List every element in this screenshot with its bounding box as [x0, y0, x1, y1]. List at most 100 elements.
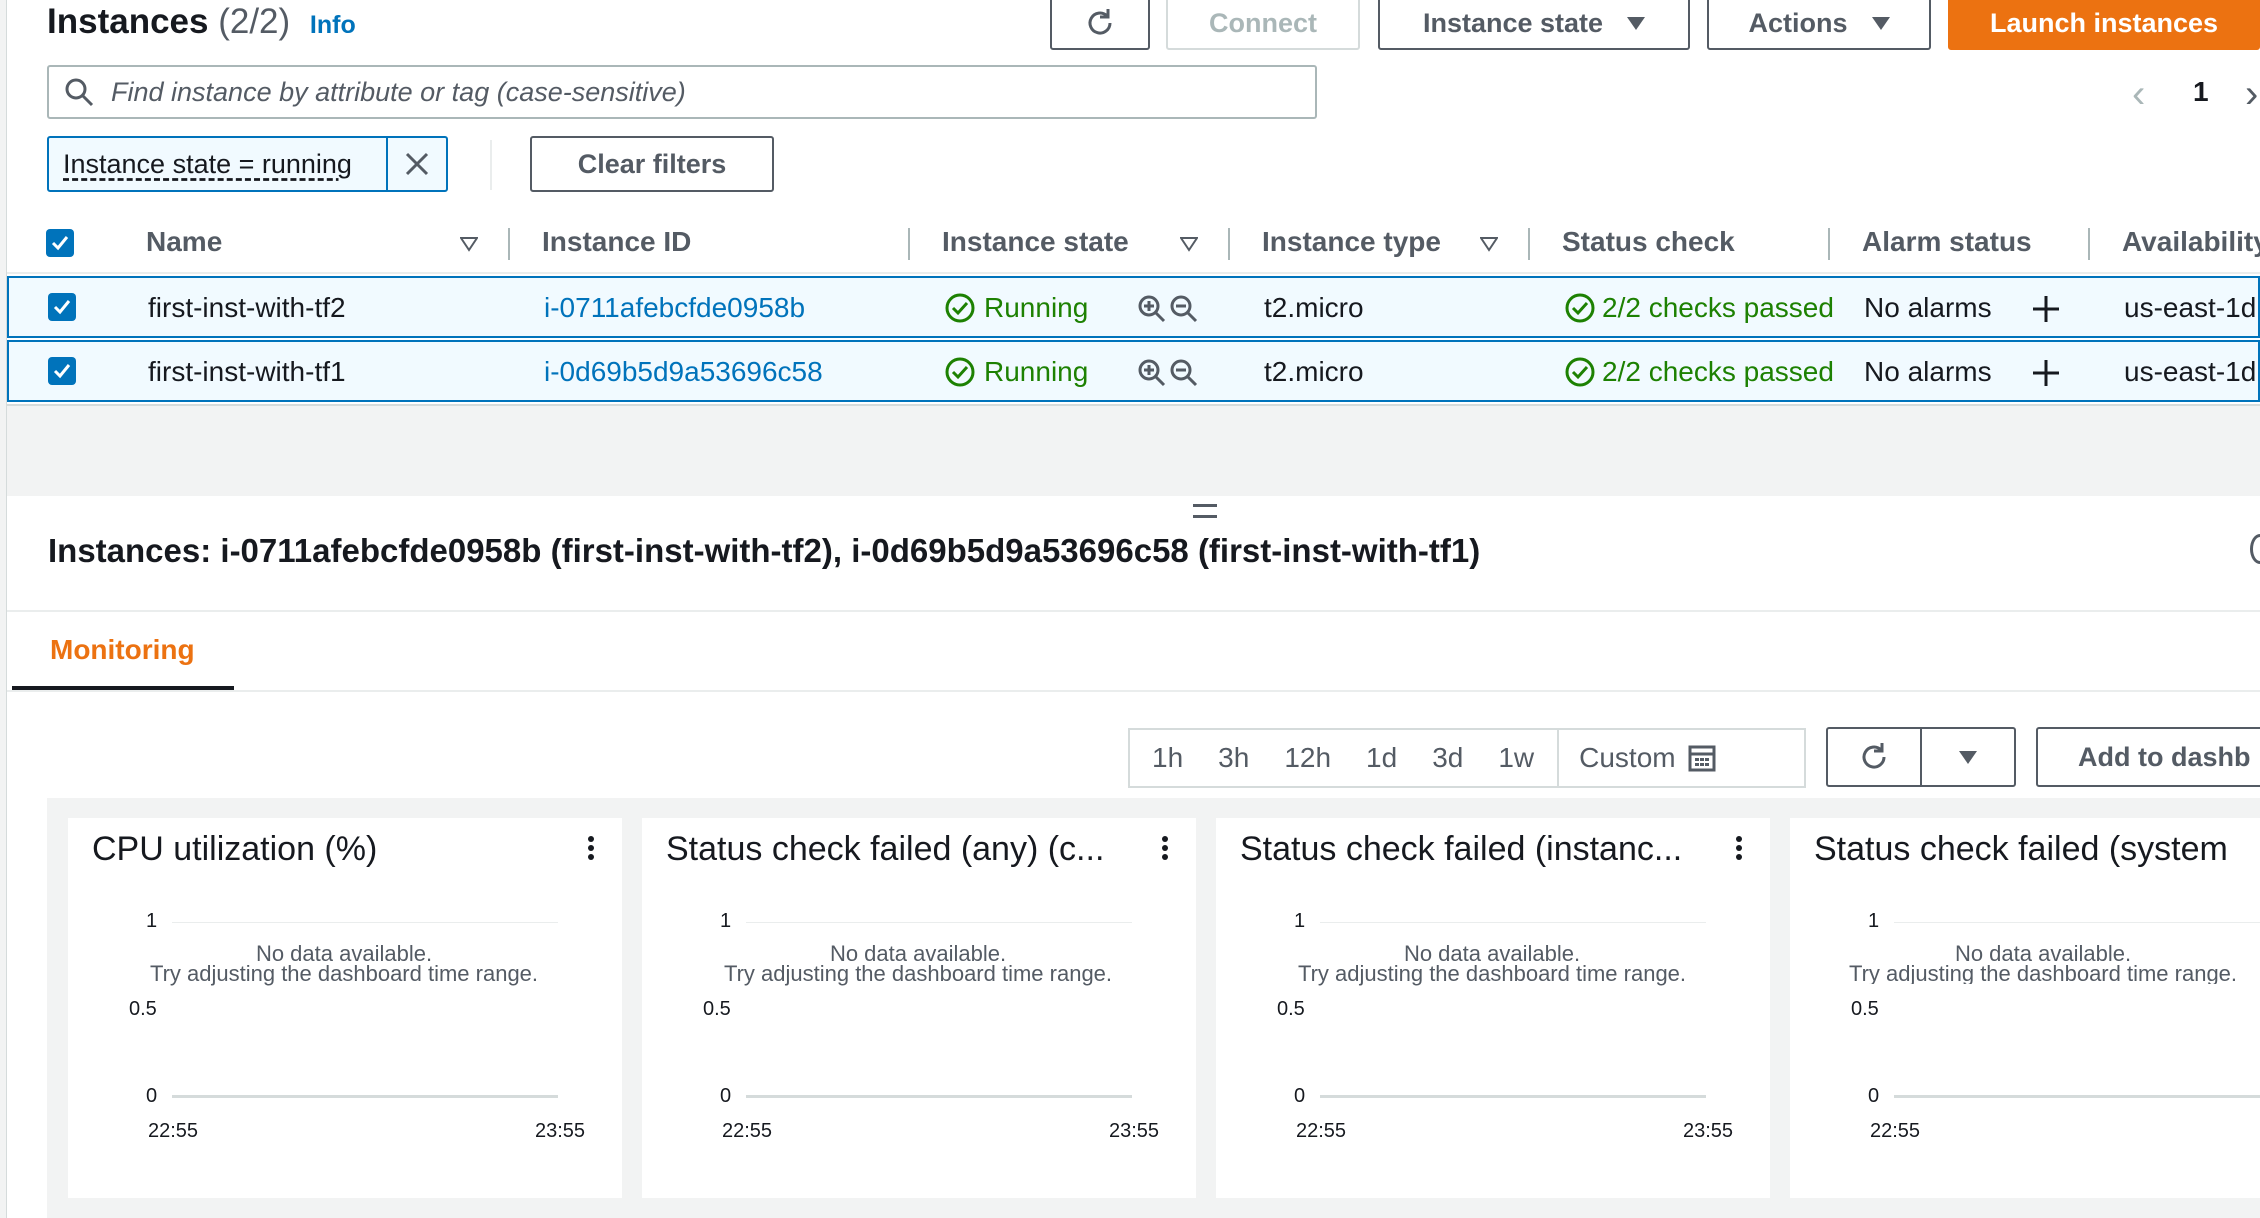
column-separator[interactable] — [508, 228, 510, 260]
y-tick: 0 — [1294, 1085, 1306, 1107]
refresh-button[interactable] — [1050, 0, 1150, 50]
column-separator[interactable] — [908, 228, 910, 260]
add-alarm-icon[interactable] — [2031, 294, 2061, 324]
column-separator[interactable] — [1228, 228, 1230, 260]
column-header-status-check[interactable]: Status check — [1562, 226, 1735, 258]
resize-handle-icon[interactable] — [1193, 504, 1217, 518]
instance-type: t2.micro — [1264, 292, 1364, 323]
availability-zone: us-east-1d — [2124, 292, 2257, 323]
remove-filter-button[interactable] — [386, 138, 446, 190]
more-options-icon[interactable] — [1736, 836, 1742, 860]
column-header-alarm-status[interactable]: Alarm status — [1862, 226, 2032, 258]
row-checkbox[interactable] — [48, 357, 76, 385]
range-1d[interactable]: 1d — [1344, 742, 1410, 774]
page-title: Instances (2/2) Info — [47, 2, 356, 42]
no-data-hint: Try adjusting the dashboard time range. — [723, 961, 1113, 986]
instance-id-link[interactable]: i-0d69b5d9a53696c58 — [544, 356, 823, 388]
gridline — [746, 922, 1132, 923]
caret-down-icon — [1959, 750, 1977, 764]
chevron-left-icon[interactable]: ‹ — [2132, 72, 2145, 117]
success-check-icon — [1565, 357, 1595, 387]
check-icon — [51, 236, 69, 251]
check-icon — [53, 300, 71, 315]
select-all-checkbox[interactable] — [46, 229, 74, 257]
settings-icon[interactable] — [2250, 534, 2260, 564]
instance-state-label: Instance state — [1422, 7, 1604, 38]
clear-filters-button[interactable]: Clear filters — [530, 136, 774, 192]
range-3h[interactable]: 3h — [1196, 742, 1262, 774]
details-title: Instances: i-0711afebcfde0958b (first-in… — [48, 532, 1481, 569]
divider — [7, 690, 2260, 692]
chevron-right-icon[interactable]: › — [2245, 72, 2258, 117]
filter-token[interactable]: Instance state = running — [47, 136, 448, 192]
search-input[interactable] — [111, 76, 1261, 108]
x-tick: 23:55 — [1109, 1120, 1160, 1142]
add-alarm-icon[interactable] — [2031, 358, 2061, 388]
column-header-instance-type[interactable]: Instance type — [1262, 226, 1441, 258]
sort-icon[interactable] — [1480, 236, 1498, 252]
page-number[interactable]: 1 — [2193, 76, 2209, 108]
success-check-icon — [1565, 293, 1595, 323]
divider — [7, 610, 2260, 612]
zoom-out-icon[interactable] — [1169, 294, 1199, 324]
actions-dropdown[interactable]: Actions — [1707, 0, 1931, 50]
gridline — [1894, 922, 2260, 923]
x-axis — [1894, 1095, 2260, 1098]
range-3d[interactable]: 3d — [1410, 742, 1476, 774]
column-header-instance-id[interactable]: Instance ID — [542, 226, 691, 258]
zoom-in-icon[interactable] — [1137, 294, 1167, 324]
add-to-dashboard-button[interactable]: Add to dashb — [2036, 727, 2260, 787]
tab-monitoring[interactable]: Monitoring — [50, 634, 195, 666]
metric-widget: Status check failed (system 1 No data av… — [1790, 818, 2260, 1198]
actions-label: Actions — [1748, 7, 1848, 38]
metric-widget: Status check failed (any) (c... 1 No dat… — [642, 818, 1196, 1198]
connect-button[interactable]: Connect — [1166, 0, 1360, 50]
column-separator[interactable] — [1828, 228, 1830, 260]
launch-instances-button[interactable]: Launch instances — [1948, 0, 2260, 50]
x-tick: 23:55 — [535, 1120, 586, 1142]
table-row[interactable]: first-inst-with-tf2 i-0711afebcfde0958b … — [7, 276, 2260, 338]
instance-state-dropdown[interactable]: Instance state — [1378, 0, 1690, 50]
search-icon — [65, 78, 94, 107]
instance-id-link[interactable]: i-0711afebcfde0958b — [544, 292, 805, 324]
refresh-metrics-button[interactable] — [1826, 727, 1922, 787]
instance-type: t2.micro — [1264, 356, 1364, 387]
y-tick: 0 — [1868, 1085, 1880, 1107]
widget-title: Status check failed (instanc... — [1240, 830, 1683, 868]
range-12h[interactable]: 12h — [1262, 742, 1344, 774]
close-icon — [405, 152, 429, 176]
instance-state-cell: Running — [944, 292, 1088, 324]
zoom-in-icon[interactable] — [1137, 358, 1167, 388]
refresh-options-dropdown[interactable] — [1920, 727, 2016, 787]
table-row[interactable]: first-inst-with-tf1 i-0d69b5d9a53696c58 … — [7, 340, 2260, 402]
more-options-icon[interactable] — [1162, 836, 1168, 860]
sort-icon[interactable] — [460, 236, 478, 252]
no-data-message: No data available. Try adjusting the dash… — [678, 943, 1158, 986]
zoom-out-icon[interactable] — [1169, 358, 1199, 388]
instance-count: (2/2) — [218, 2, 291, 41]
column-header-availability[interactable]: Availability — [2122, 226, 2260, 258]
column-separator[interactable] — [2088, 228, 2090, 260]
calendar-icon — [1688, 745, 1716, 772]
more-options-icon[interactable] — [588, 836, 594, 860]
x-tick: 23:55 — [1683, 1120, 1734, 1142]
instance-state-text: Running — [984, 356, 1089, 387]
widget-title: Status check failed (any) (c... — [666, 830, 1105, 868]
search-bar[interactable] — [47, 65, 1317, 119]
row-checkbox[interactable] — [48, 293, 76, 321]
range-custom[interactable]: Custom — [1557, 730, 1735, 786]
column-separator[interactable] — [1528, 228, 1530, 260]
y-tick: 0.5 — [703, 998, 731, 1020]
check-icon — [53, 364, 71, 379]
caret-down-icon — [1871, 16, 1890, 30]
y-tick: 1 — [1868, 910, 1880, 932]
y-tick: 1 — [146, 910, 158, 932]
column-header-instance-state[interactable]: Instance state — [942, 226, 1129, 258]
no-data-hint: Try adjusting the dashboard time range. — [1297, 961, 1687, 986]
info-link[interactable]: Info — [310, 11, 356, 39]
sort-icon[interactable] — [1180, 236, 1198, 252]
no-data-hint: Try adjusting the dashboard time range. — [149, 961, 539, 986]
column-header-name[interactable]: Name — [146, 226, 222, 258]
range-1w[interactable]: 1w — [1476, 742, 1547, 774]
range-1h[interactable]: 1h — [1130, 742, 1196, 774]
